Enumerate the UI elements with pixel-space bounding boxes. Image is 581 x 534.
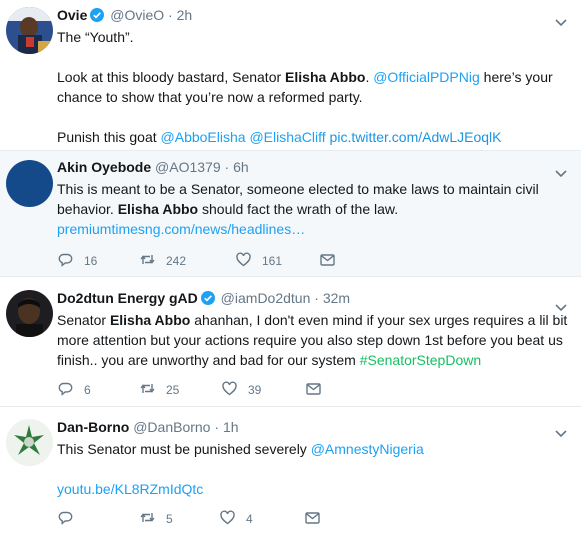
- timestamp[interactable]: 32m: [323, 290, 350, 306]
- separator-dot: ·: [224, 159, 230, 175]
- timestamp[interactable]: 6h: [233, 159, 249, 175]
- text-run: This Senator must be punished severely: [57, 441, 311, 457]
- verified-badge-icon: [90, 8, 105, 22]
- reply-icon: [57, 509, 74, 529]
- direct-message-button[interactable]: [304, 509, 321, 529]
- tweet-text: The “Youth”. Look at this bloody bastard…: [57, 27, 571, 147]
- tweet-text: Senator Elisha Abbo ahanhan, I don't eve…: [57, 310, 571, 370]
- author-name[interactable]: Akin Oyebode: [57, 159, 151, 175]
- tweet[interactable]: Dan-Borno @DanBorno · 1h This Senator mu…: [0, 407, 581, 534]
- text-run: Look at this bloody bastard, Senator: [57, 69, 286, 85]
- author-name[interactable]: Dan-Borno: [57, 419, 129, 435]
- tweet-header: Akin Oyebode @AO1379 · 6h: [57, 158, 571, 176]
- retweet-icon: [139, 509, 156, 529]
- separator-dot: ·: [168, 7, 173, 23]
- heart-icon: [221, 380, 238, 400]
- direct-message-button[interactable]: [319, 251, 336, 271]
- tweet[interactable]: Akin Oyebode @AO1379 · 6h This is meant …: [0, 151, 581, 277]
- like-count: 39: [248, 383, 262, 397]
- retweet-icon: [139, 380, 156, 400]
- separator-dot: ·: [314, 290, 319, 306]
- reply-count: 6: [84, 383, 91, 397]
- tweet[interactable]: Do2dtun Energy gAD @iamDo2dtun · 32m Sen…: [0, 277, 581, 407]
- verified-badge-icon: [200, 291, 215, 305]
- reply-icon: [57, 380, 74, 400]
- avatar[interactable]: [6, 419, 53, 466]
- tweet-paragraph: The “Youth”.: [57, 29, 134, 45]
- like-button[interactable]: 39: [221, 380, 305, 400]
- avatar[interactable]: [6, 160, 53, 207]
- retweet-button[interactable]: 242: [139, 251, 235, 271]
- author-handle[interactable]: @DanBorno: [133, 419, 210, 435]
- tweet-text: This Senator must be punished severely @…: [57, 439, 571, 499]
- video-link[interactable]: youtu.be/KL8RZmIdQtc: [57, 479, 571, 499]
- tweet-text: This is meant to be a Senator, someone e…: [57, 179, 571, 239]
- author-name[interactable]: Ovie: [57, 7, 87, 23]
- hashtag-link[interactable]: #SenatorStepDown: [360, 352, 481, 368]
- retweet-count: 5: [166, 512, 173, 526]
- mention-link[interactable]: @OfficialPDPNig: [373, 69, 480, 85]
- tweet-header: Dan-Borno @DanBorno · 1h: [57, 418, 571, 436]
- retweet-count: 25: [166, 383, 180, 397]
- reply-button[interactable]: [57, 509, 139, 529]
- text-run: Punish this goat: [57, 129, 161, 145]
- text-run: Senator: [57, 312, 110, 328]
- timestamp[interactable]: 2h: [177, 7, 193, 23]
- like-button[interactable]: 4: [219, 509, 304, 529]
- reply-button[interactable]: 16: [57, 251, 139, 271]
- separator-dot: ·: [214, 419, 220, 435]
- retweet-button[interactable]: 5: [139, 509, 219, 529]
- tweet-header: Ovie @OvieO · 2h: [57, 6, 571, 24]
- tweet-paragraph: Punish this goat @AbboElisha @ElishaClif…: [57, 127, 571, 147]
- like-count: 161: [262, 254, 283, 268]
- mention-link[interactable]: @AmnestyNigeria: [311, 441, 424, 457]
- author-handle[interactable]: @OvieO: [110, 7, 164, 23]
- mention-link[interactable]: @AbboElisha: [161, 129, 246, 145]
- author-name[interactable]: Do2dtun Energy gAD: [57, 290, 198, 306]
- tweet-actions: 6 25 39: [57, 380, 322, 400]
- heart-icon: [235, 251, 252, 271]
- text-run: should fact the wrath of the law.: [198, 201, 399, 217]
- envelope-icon: [319, 251, 336, 271]
- like-button[interactable]: 161: [235, 251, 319, 271]
- tweet-actions: 5 4: [57, 509, 321, 529]
- tweet-header: Do2dtun Energy gAD @iamDo2dtun · 32m: [57, 289, 571, 307]
- highlighted-name: Elisha Abbo: [117, 201, 199, 217]
- author-handle[interactable]: @AO1379: [155, 159, 221, 175]
- highlighted-name: Elisha Abbo: [285, 69, 366, 85]
- pic-link[interactable]: pic.twitter.com/AdwLJEoqlK: [330, 129, 502, 145]
- like-count: 4: [246, 512, 253, 526]
- envelope-icon: [305, 380, 322, 400]
- tweet-actions: 16 242 161: [57, 251, 336, 271]
- envelope-icon: [304, 509, 321, 529]
- tweet[interactable]: Ovie @OvieO · 2h The “Youth”. Look at th…: [0, 0, 581, 151]
- tweet-paragraph: Look at this bloody bastard, Senator Eli…: [57, 67, 571, 107]
- retweet-icon: [139, 251, 156, 271]
- avatar[interactable]: [6, 7, 53, 54]
- mention-link[interactable]: @ElishaCliff: [249, 129, 325, 145]
- direct-message-button[interactable]: [305, 380, 322, 400]
- timestamp[interactable]: 1h: [223, 419, 239, 435]
- article-link[interactable]: premiumtimesng.com/news/headlines…: [57, 219, 571, 239]
- heart-icon: [219, 509, 236, 529]
- retweet-button[interactable]: 25: [139, 380, 221, 400]
- reply-icon: [57, 251, 74, 271]
- highlighted-name: Elisha Abbo: [109, 312, 191, 328]
- reply-button[interactable]: 6: [57, 380, 139, 400]
- reply-count: 16: [84, 254, 98, 268]
- tweet-timeline: Ovie @OvieO · 2h The “Youth”. Look at th…: [0, 0, 581, 534]
- retweet-count: 242: [166, 254, 187, 268]
- author-handle[interactable]: @iamDo2dtun: [221, 290, 311, 306]
- avatar[interactable]: [6, 290, 53, 337]
